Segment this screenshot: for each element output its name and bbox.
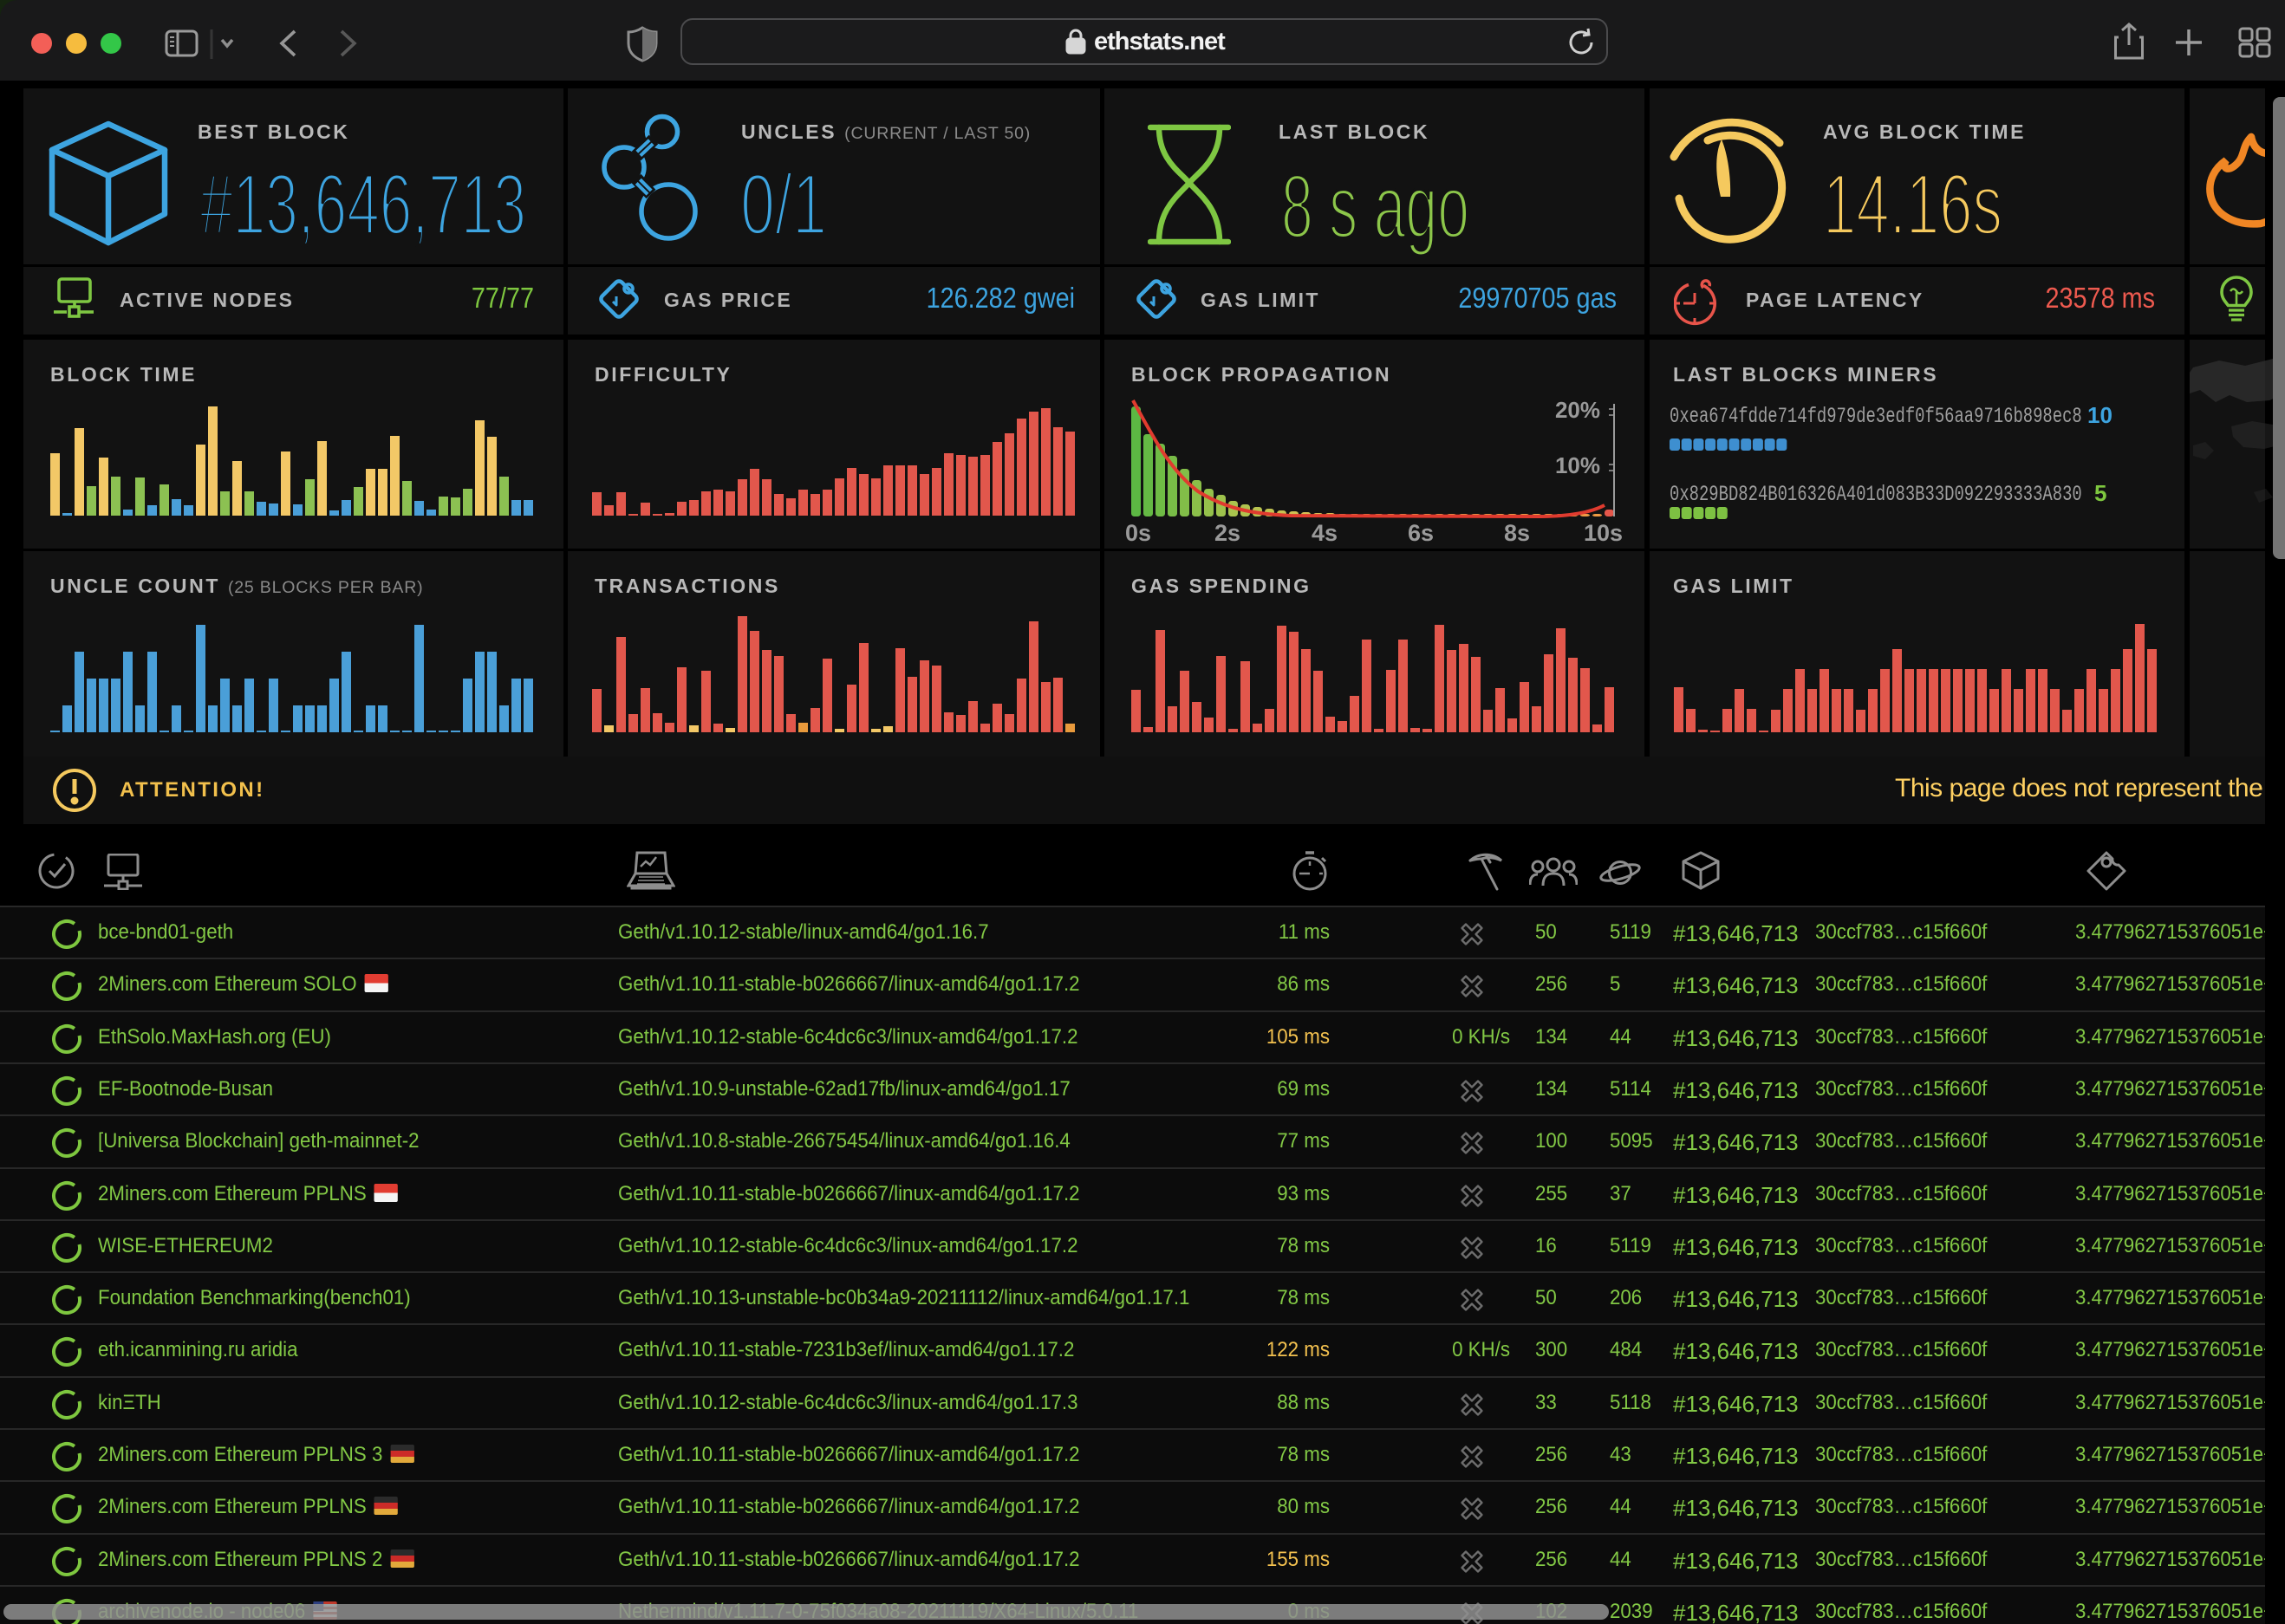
svg-text:0/1: 0/1: [740, 156, 827, 252]
svg-text:8s: 8s: [1504, 520, 1530, 546]
svg-text:#13,646,713: #13,646,713: [200, 156, 526, 252]
svg-text:8 s ago: 8 s ago: [1281, 159, 1469, 257]
svg-text:0s: 0s: [1125, 520, 1151, 546]
svg-text:2s: 2s: [1214, 520, 1240, 546]
svg-text:10%: 10%: [1555, 452, 1600, 478]
svg-text:4s: 4s: [1312, 520, 1338, 546]
svg-text:20%: 20%: [1555, 397, 1600, 423]
svg-text:14.16s: 14.16s: [1823, 156, 2002, 252]
svg-text:6s: 6s: [1408, 520, 1434, 546]
svg-text:10s: 10s: [1584, 520, 1623, 546]
